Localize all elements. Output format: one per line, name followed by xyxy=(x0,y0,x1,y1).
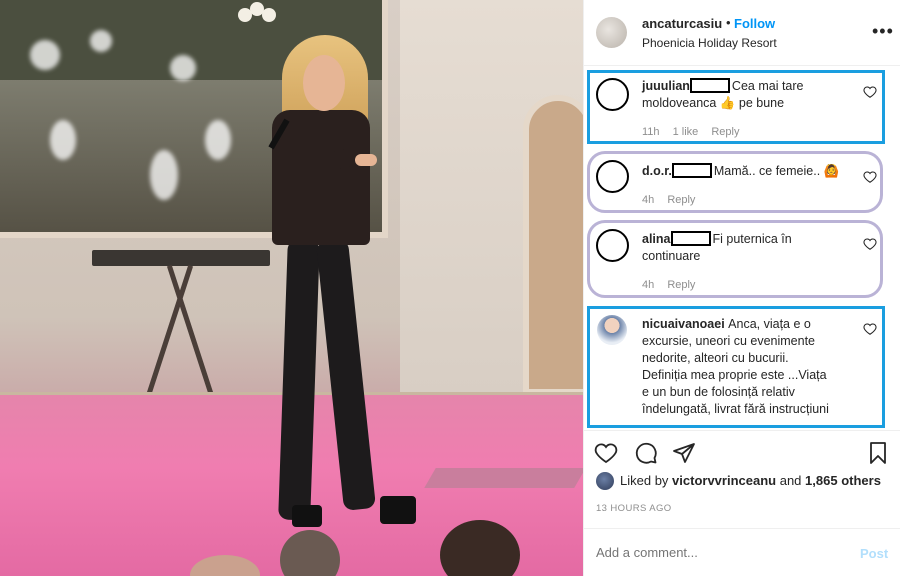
like-comment-heart-icon[interactable] xyxy=(863,85,877,99)
action-bar xyxy=(584,430,900,474)
commenter-avatar[interactable] xyxy=(596,229,629,262)
post-timestamp[interactable]: 13 HOURS AGO xyxy=(596,503,672,514)
heart-icon[interactable] xyxy=(594,441,618,465)
follow-button[interactable]: Follow xyxy=(734,16,775,31)
post-photo[interactable] xyxy=(0,0,583,576)
comment-text: Mamă.. ce femeie.. 🙆 xyxy=(713,164,840,178)
comment-username[interactable]: juuulian xyxy=(642,79,690,93)
comment-meta: 4h Reply xyxy=(642,194,705,206)
list-item: juuulian Cea mai tare moldoveanca 👍 pe bu… xyxy=(642,78,847,112)
performer-torso xyxy=(272,110,370,245)
list-item: d.o.r. Mamă.. ce femeie.. 🙆 xyxy=(642,163,857,180)
list-item: alina Fi puternica în continuare xyxy=(642,231,847,265)
comment-likes[interactable]: 1 like xyxy=(673,126,699,138)
redaction-box xyxy=(671,163,712,178)
add-comment-input[interactable] xyxy=(596,545,836,560)
likes-count[interactable]: 1,865 others xyxy=(805,473,881,488)
comment-text: Anca, viața e o excursie, uneori cu even… xyxy=(642,317,829,416)
like-comment-heart-icon[interactable] xyxy=(863,170,877,184)
comment-username[interactable]: nicuaivanoaei xyxy=(642,317,725,331)
comment-scroll-area[interactable]: nicuaivanoaei Anca, viața e o excursie, … xyxy=(594,312,882,424)
add-comment-bar: Post xyxy=(584,528,900,576)
liker-avatar[interactable] xyxy=(596,472,614,490)
commenter-avatar[interactable] xyxy=(596,78,629,111)
reply-button[interactable]: Reply xyxy=(711,126,739,138)
commenter-avatar[interactable] xyxy=(597,315,627,345)
redaction-box xyxy=(689,78,730,93)
post-button[interactable]: Post xyxy=(860,546,888,561)
bookmark-icon[interactable] xyxy=(866,441,890,465)
liker-username[interactable]: victorvvrinceanu xyxy=(672,473,776,488)
comment-username[interactable]: alina xyxy=(642,232,671,246)
likes-prefix: Liked by xyxy=(620,473,669,488)
stage-arch xyxy=(523,95,583,395)
list-item: nicuaivanoaei Anca, viața e o excursie, … xyxy=(642,316,832,418)
comment-meta: 11h 1 like Reply xyxy=(642,126,749,138)
author-avatar[interactable] xyxy=(596,17,627,48)
comment-username[interactable]: d.o.r. xyxy=(642,164,672,178)
likes-mid: and xyxy=(779,473,802,488)
post-side-panel: ancaturcasiu • Follow Phoenicia Holiday … xyxy=(583,0,900,576)
post-header: ancaturcasiu • Follow Phoenicia Holiday … xyxy=(584,0,900,66)
comment-highlight-box xyxy=(587,151,883,213)
comment-time: 11h xyxy=(642,126,660,138)
author-username[interactable]: ancaturcasiu xyxy=(642,16,722,31)
separator-dot: • xyxy=(726,15,731,30)
redaction-box xyxy=(670,231,711,246)
more-options-icon[interactable]: ••• xyxy=(872,22,894,40)
lamp xyxy=(238,2,278,42)
comment-icon[interactable] xyxy=(634,441,658,465)
like-comment-heart-icon[interactable] xyxy=(863,237,877,251)
performer-face xyxy=(303,55,345,111)
commenter-avatar[interactable] xyxy=(596,160,629,193)
comment-meta: 4h Reply xyxy=(642,279,705,291)
share-icon[interactable] xyxy=(672,441,696,465)
reply-button[interactable]: Reply xyxy=(667,279,695,291)
comment-time: 4h xyxy=(642,279,655,291)
location-link[interactable]: Phoenicia Holiday Resort xyxy=(642,36,777,50)
keyboard xyxy=(92,250,270,266)
comment-time: 4h xyxy=(642,194,655,206)
reply-button[interactable]: Reply xyxy=(667,194,695,206)
like-comment-heart-icon[interactable] xyxy=(863,322,877,336)
likes-summary: Liked by victorvvrinceanu and 1,865 othe… xyxy=(596,472,881,490)
